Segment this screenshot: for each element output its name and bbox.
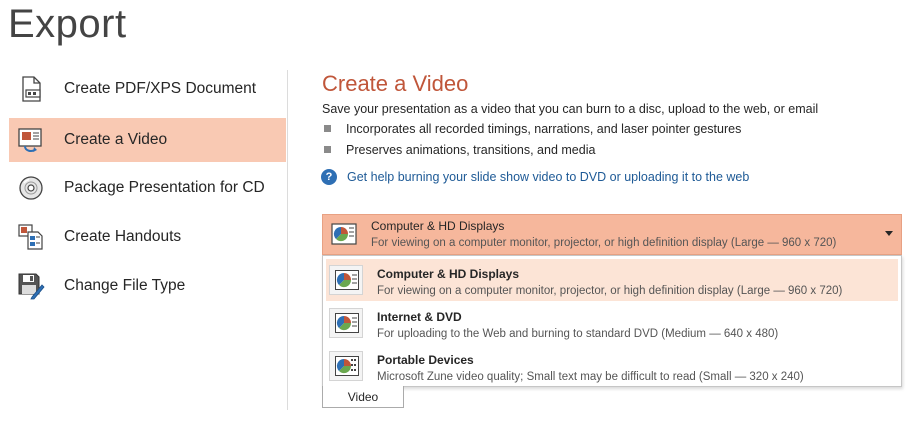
handouts-icon [17, 223, 45, 251]
nav-item-label: Package Presentation for CD [64, 179, 265, 196]
save-file-type-icon [17, 272, 45, 300]
chevron-down-icon[interactable] [885, 231, 893, 236]
cd-icon [17, 174, 45, 202]
nav-item-create-video[interactable]: Create a Video [9, 118, 286, 162]
nav-item-package-cd[interactable]: Package Presentation for CD [9, 166, 286, 210]
quality-option-title: Portable Devices [377, 353, 474, 367]
help-link-text[interactable]: Get help burning your slide show video t… [347, 170, 749, 184]
bullet-square-icon [324, 146, 331, 153]
nav-item-change-file-type[interactable]: Change File Type [9, 264, 286, 308]
help-question-icon: ? [321, 169, 337, 185]
help-link[interactable]: ? Get help burning your slide show video… [321, 168, 749, 186]
nav-item-create-handouts[interactable]: Create Handouts [9, 215, 286, 259]
nav-item-label: Create Handouts [64, 228, 182, 245]
quality-option-subtitle: Microsoft Zune video quality; Small text… [377, 371, 804, 383]
presentation-large-icon [329, 265, 363, 295]
nav-item-label: Create PDF/XPS Document [64, 80, 257, 97]
presentation-medium-icon [329, 308, 363, 338]
video-quality-dropdown[interactable]: Computer & HD Displays For viewing on a … [322, 214, 902, 255]
nav-item-label: Change File Type [64, 277, 186, 294]
pdf-document-icon [17, 75, 45, 103]
create-video-button[interactable]: Video [322, 386, 404, 408]
section-description: Save your presentation as a video that y… [322, 102, 819, 116]
presentation-small-icon [329, 351, 363, 381]
bullet-square-icon [324, 125, 331, 132]
nav-item-create-pdf-xps[interactable]: Create PDF/XPS Document [9, 67, 286, 111]
quality-option-title: Internet & DVD [377, 310, 462, 324]
quality-option-title: Computer & HD Displays [377, 267, 520, 281]
page-title: Export [8, 2, 127, 46]
quality-option-subtitle: For viewing on a computer monitor, proje… [377, 285, 843, 297]
video-icon [17, 126, 45, 154]
nav-divider [287, 70, 288, 410]
video-quality-menu: Computer & HD Displays For viewing on a … [322, 255, 902, 387]
feature-bullet-text: Preserves animations, transitions, and m… [346, 143, 596, 157]
feature-bullet-text: Incorporates all recorded timings, narra… [346, 122, 742, 136]
quality-option-subtitle: For uploading to the Web and burning to … [377, 328, 779, 340]
presentation-display-icon [331, 223, 357, 247]
section-title: Create a Video [322, 71, 469, 96]
nav-item-label: Create a Video [64, 131, 168, 148]
dropdown-selected-subtitle: For viewing on a computer monitor, proje… [371, 237, 837, 249]
quality-option-computer-hd[interactable]: Computer & HD Displays For viewing on a … [326, 259, 898, 301]
quality-option-portable[interactable]: Portable Devices Microsoft Zune video qu… [326, 345, 898, 387]
quality-option-internet-dvd[interactable]: Internet & DVD For uploading to the Web … [326, 302, 898, 344]
dropdown-selected-title: Computer & HD Displays [371, 219, 505, 233]
